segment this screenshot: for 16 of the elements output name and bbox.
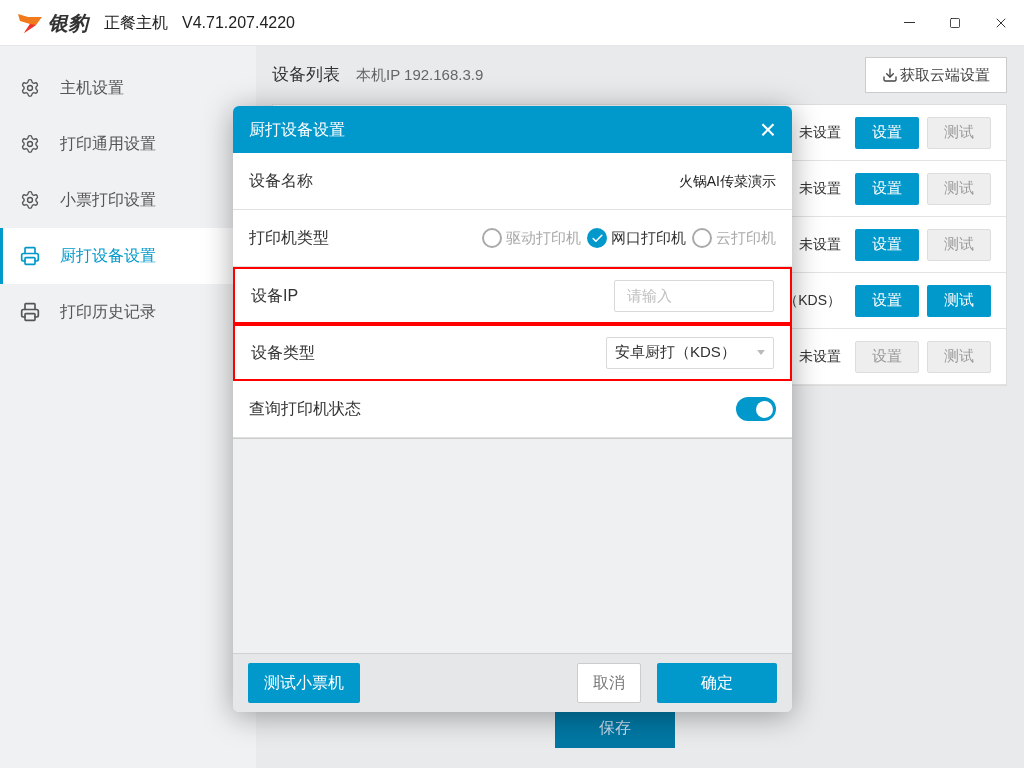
dialog-title: 厨打设备设置	[249, 119, 345, 140]
field-label: 设备类型	[251, 342, 315, 363]
logo-text: 银豹	[48, 10, 88, 36]
status-text: 未设置	[799, 235, 841, 254]
field-label: 设备名称	[249, 171, 313, 191]
app-name: 正餐主机	[104, 12, 168, 33]
status-text: 未设置	[799, 179, 841, 198]
status-text: 未设置	[799, 347, 841, 366]
device-name-value: 火锅AI传菜演示	[678, 171, 776, 191]
device-list-title: 设备列表	[272, 64, 340, 87]
field-label: 查询打印机状态	[249, 399, 361, 419]
status-text: （KDS）	[784, 291, 841, 310]
local-ip-text: 本机IP 192.168.3.9	[356, 64, 484, 85]
version-text: V4.71.207.4220	[182, 12, 295, 33]
field-label: 设备IP	[251, 285, 299, 306]
status-text: 未设置	[799, 123, 841, 142]
